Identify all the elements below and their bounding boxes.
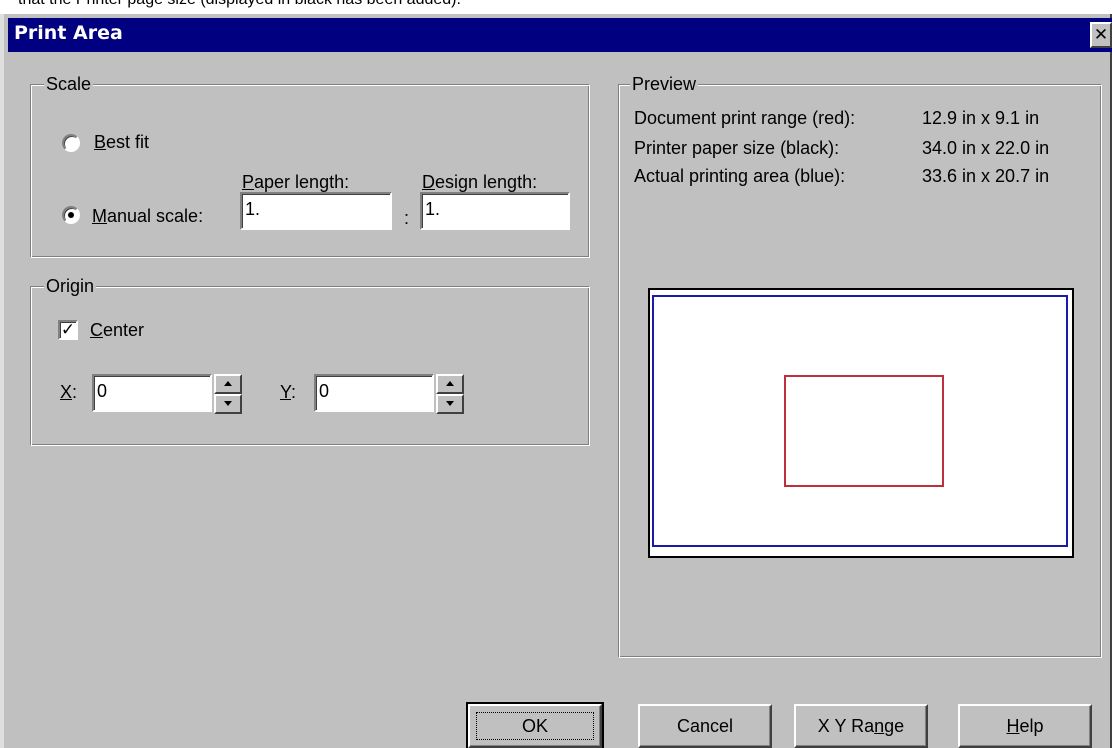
close-button[interactable]: ✕ xyxy=(1090,22,1112,48)
x-spin-up-arrow-icon[interactable] xyxy=(214,374,242,394)
paper-length-label: Paper length: xyxy=(242,172,350,192)
paper-length-input[interactable]: 1. xyxy=(240,192,392,230)
x-origin-input[interactable]: 0 xyxy=(92,374,212,412)
actual-printing-area-rect xyxy=(652,295,1068,547)
center-label[interactable]: Center xyxy=(90,320,144,340)
center-checkbox[interactable]: ✓ xyxy=(58,320,78,340)
document-range-label: Document print range (red): xyxy=(634,108,856,128)
y-origin-spinner[interactable] xyxy=(436,374,464,414)
y-origin-input[interactable]: 0 xyxy=(314,374,434,412)
origin-group xyxy=(30,286,590,446)
x-origin-spinner[interactable] xyxy=(214,374,242,414)
scale-ratio-separator: : xyxy=(404,208,410,228)
x-spin-down-arrow-icon[interactable] xyxy=(214,394,242,414)
preview-group-label: Preview xyxy=(630,74,699,94)
manual-scale-radio[interactable] xyxy=(62,206,80,224)
scale-group-label: Scale xyxy=(44,74,94,94)
dialog-title: Print Area xyxy=(14,22,123,44)
ok-button[interactable]: OK xyxy=(466,702,604,748)
checkmark-icon: ✓ xyxy=(60,320,76,339)
best-fit-radio[interactable] xyxy=(62,134,80,152)
y-spin-up-arrow-icon[interactable] xyxy=(436,374,464,394)
printing-area-value: 33.6 in x 20.7 in xyxy=(922,166,1050,186)
document-range-value: 12.9 in x 9.1 in xyxy=(922,108,1040,128)
best-fit-label[interactable]: Best fit xyxy=(94,132,149,152)
focus-rectangle: OK xyxy=(476,712,594,740)
printing-area-label: Actual printing area (blue): xyxy=(634,166,846,186)
y-label: Y: xyxy=(280,382,297,402)
design-length-label: Design length: xyxy=(422,172,538,192)
xy-range-button[interactable]: X Y Range xyxy=(794,704,928,748)
document-caption-text: that the Printer page size (displayed in… xyxy=(18,0,461,9)
paper-size-label: Printer paper size (black): xyxy=(634,138,840,158)
paper-size-value: 34.0 in x 22.0 in xyxy=(922,138,1050,158)
close-icon: ✕ xyxy=(1093,25,1109,45)
help-button[interactable]: Help xyxy=(958,704,1092,748)
printer-paper-preview xyxy=(648,288,1074,558)
cancel-button[interactable]: Cancel xyxy=(638,704,772,748)
scale-group xyxy=(30,84,590,258)
manual-scale-label[interactable]: Manual scale: xyxy=(92,206,203,226)
title-bar[interactable]: Print Area ✕ xyxy=(8,18,1112,52)
document-print-range-rect xyxy=(784,375,944,487)
origin-group-label: Origin xyxy=(44,276,97,296)
print-area-dialog: Print Area ✕ Scale Best fit Paper length… xyxy=(0,14,1112,748)
y-spin-down-arrow-icon[interactable] xyxy=(436,394,464,414)
design-length-input[interactable]: 1. xyxy=(420,192,570,230)
x-label: X: xyxy=(60,382,78,402)
